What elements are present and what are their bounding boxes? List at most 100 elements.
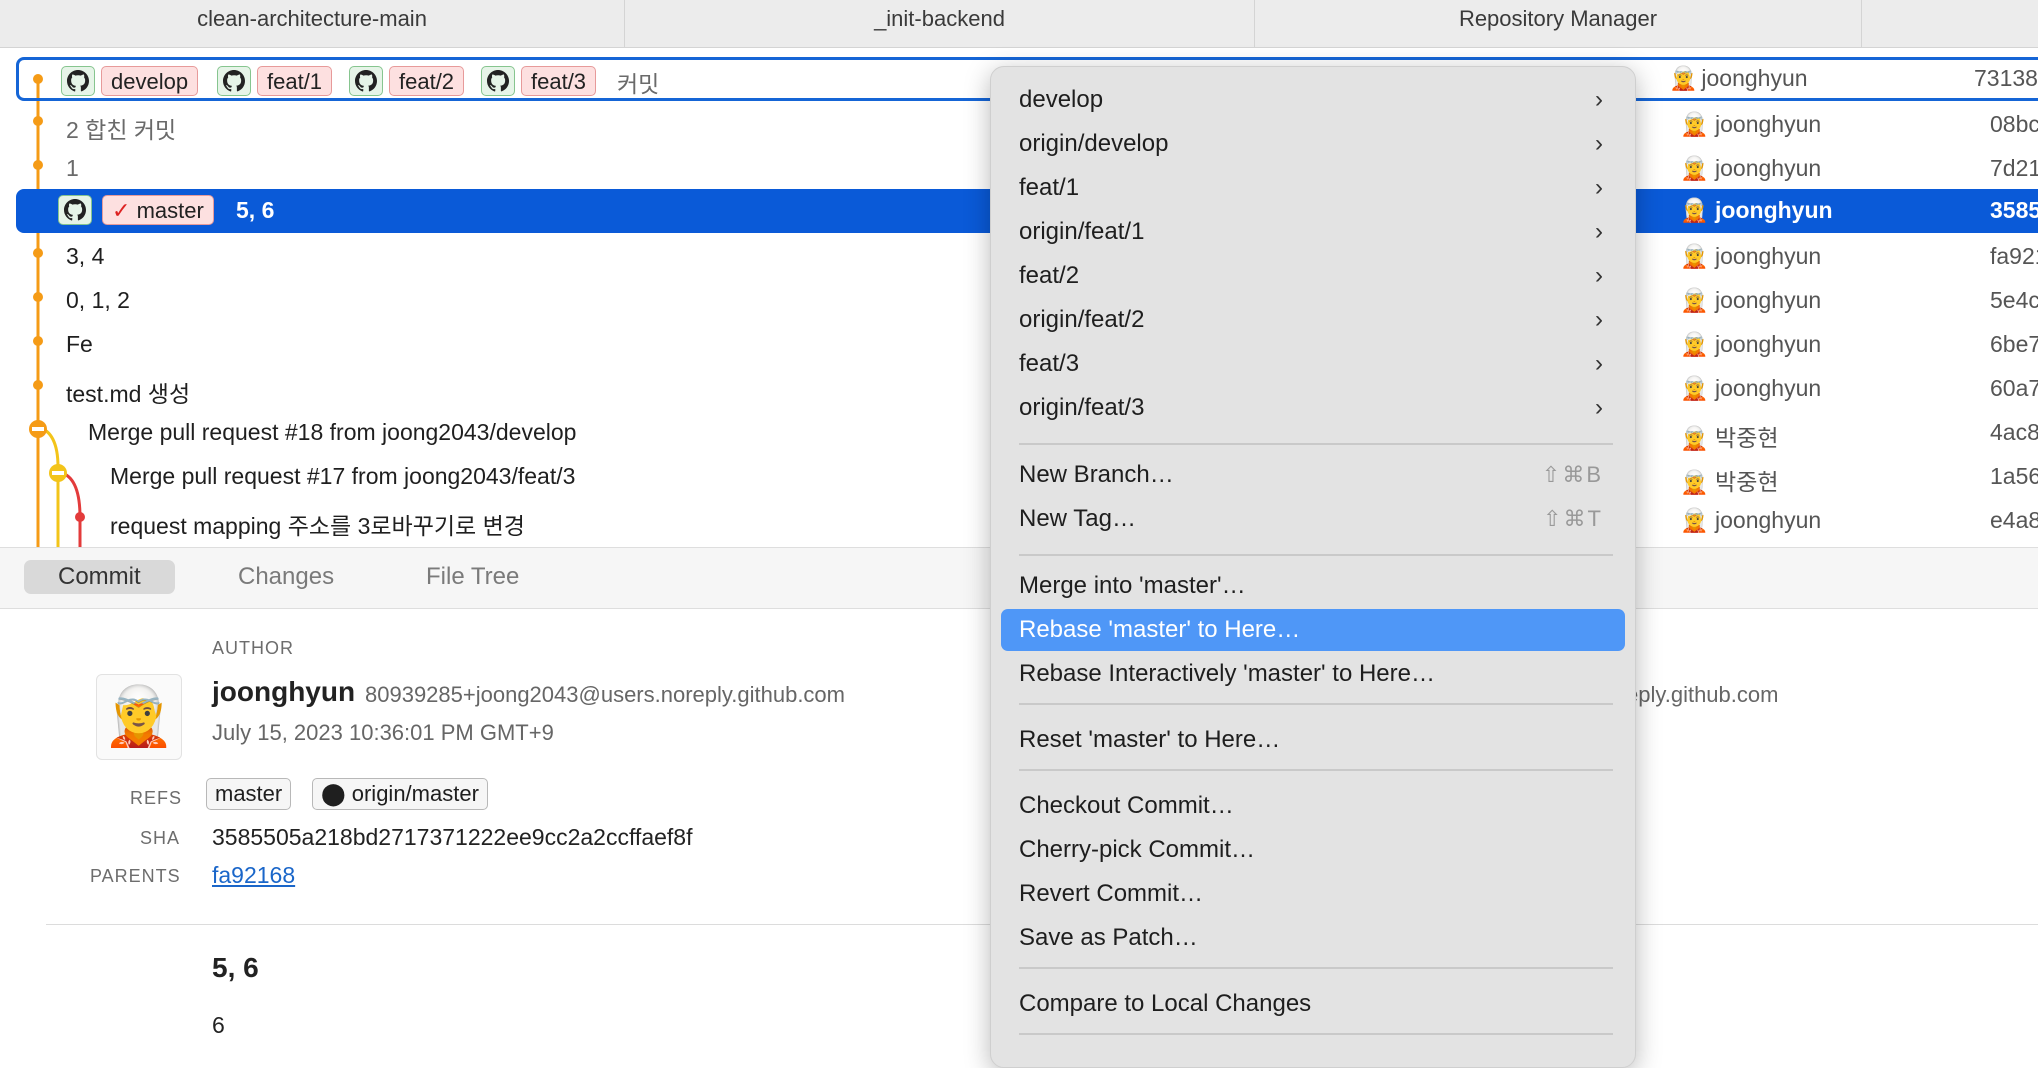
commit-sha: fa921 [1990,243,2038,269]
menu-item-rebase[interactable]: Rebase 'master' to Here… [1001,609,1625,651]
commit-author: 🧝 joonghyun [1680,375,1822,401]
avatar-icon: 🧝 [1680,243,1709,269]
menu-item-new-branch[interactable]: New Branch… ⇧⌘B [1001,454,1625,496]
shortcut-label: ⇧⌘T [1543,506,1603,531]
ref-feat-2[interactable]: feat/2 [389,66,465,96]
github-icon [481,66,515,96]
chevron-right-icon: › [1595,86,1603,113]
commit-author: 🧝 joonghyun [1680,111,1822,137]
menu-item-origin-feat-1[interactable]: origin/feat/1 › [1001,211,1625,253]
menu-item-save-patch[interactable]: Save as Patch… [1001,917,1625,959]
commit-author: 🧝 joonghyun [1680,155,1822,181]
menu-item-compare[interactable]: Compare to Local Changes [1001,983,1625,1025]
menu-item-merge[interactable]: Merge into 'master'… [1001,565,1625,607]
commit-author: 🧝 joonghyun [1680,331,1822,357]
chevron-right-icon: › [1595,350,1603,377]
ref-origin-master-pill[interactable]: ⬤ origin/master [312,778,488,810]
commit-author: 🧝 joonghyun [1680,287,1822,313]
commit-message: Fe [66,331,93,357]
commit-message: 커밋 [617,71,660,97]
menu-item-feat-3[interactable]: feat/3 › [1001,343,1625,385]
avatar: 🧝 [96,674,182,760]
commit-message: 3, 4 [66,243,105,269]
commit-author: 🧝 joonghyun [1680,507,1822,533]
tab-clean-architecture-main[interactable]: clean-architecture-main [0,0,625,47]
menu-separator [1019,443,1613,445]
menu-separator [1019,1033,1613,1035]
menu-separator [1019,703,1613,705]
commit-sha: 73138 [1974,65,2038,91]
menu-item-feat-2[interactable]: feat/2 › [1001,255,1625,297]
ref-master-pill[interactable]: master [206,778,292,810]
github-icon: ⬤ [321,781,346,806]
avatar-icon: 🧝 [1680,155,1709,181]
author-label: AUTHOR [212,638,294,658]
avatar-icon: 🧝 [1680,469,1709,495]
menu-item-rebase-interactive[interactable]: Rebase Interactively 'master' to Here… [1001,653,1625,695]
commit-sha: 7d213 [1990,155,2038,181]
menu-item-feat-1[interactable]: feat/1 › [1001,167,1625,209]
commit-sha: 5e4c4 [1990,287,2038,313]
ref-master[interactable]: ✓ master [102,195,214,225]
commit-message: 2 합친 커밋 [66,117,177,143]
chevron-right-icon: › [1595,394,1603,421]
sha-label: SHA [140,828,181,848]
menu-item-reset[interactable]: Reset 'master' to Here… [1001,719,1625,761]
avatar-icon: 🧝 [1680,287,1709,313]
tab-repository-manager[interactable]: Repository Manager [1255,0,1862,47]
menu-item-origin-feat-2[interactable]: origin/feat/2 › [1001,299,1625,341]
avatar-icon: 🧝 [1680,331,1709,357]
menu-item-develop[interactable]: develop › [1001,79,1625,121]
author-email[interactable]: 80939285+joong2043@users.noreply.github.… [365,682,845,708]
commit-author: 🧝 joonghyun [1680,197,1833,223]
chevron-right-icon: › [1595,218,1603,245]
refs-label: REFS [130,788,183,808]
commit-sha-full[interactable]: 3585505a218bd2717371222ee9cc2a2ccffaef8f [212,824,692,851]
commit-message: Merge pull request #18 from joong2043/de… [88,419,577,445]
chevron-right-icon: › [1595,174,1603,201]
commit-body: 6 [212,1012,225,1038]
ref-feat-1[interactable]: feat/1 [257,66,333,96]
menu-separator [1019,967,1613,969]
tab-init-backend[interactable]: _init-backend [625,0,1255,47]
commit-sha: 4ac8b [1990,419,2038,445]
context-menu: develop › origin/develop › feat/1 › origin/… [990,66,1636,1068]
menu-item-cherry-pick[interactable]: Cherry-pick Commit… [1001,829,1625,871]
commit-sha: 08bce [1990,111,2038,137]
commit-sha: 6be7e [1990,331,2038,357]
menu-item-revert[interactable]: Revert Commit… [1001,873,1625,915]
tab-file-tree[interactable]: File Tree [392,560,553,594]
menu-item-checkout[interactable]: Checkout Commit… [1001,785,1625,827]
commit-message: 0, 1, 2 [66,287,130,313]
commit-message: 1 [66,155,79,181]
avatar-icon: 🧝 [1680,425,1709,451]
tab-commit[interactable]: Commit [24,560,175,594]
tab-changes[interactable]: Changes [204,560,368,594]
commit-message: request mapping 주소를 3로바꾸기로 변경 [110,513,525,539]
ref-feat-3[interactable]: feat/3 [521,66,597,96]
avatar-icon: 🧝 [1680,375,1709,401]
commit-message: 5, 6 [236,197,275,223]
github-icon [217,66,251,96]
parent-link[interactable]: fa92168 [212,862,295,889]
commit-message: test.md 생성 [66,381,191,407]
menu-item-new-tag[interactable]: New Tag… ⇧⌘T [1001,498,1625,540]
github-icon [349,66,383,96]
ref-develop[interactable]: develop [101,66,199,96]
github-icon [61,66,95,96]
checkmark-icon: ✓ [112,198,131,223]
avatar-icon: 🧝 [1680,197,1709,223]
commit-author: 🧝 박중현 [1680,425,1779,451]
avatar-icon: 🧝 [1680,111,1709,137]
menu-separator [1019,554,1613,556]
menu-separator [1019,769,1613,771]
tab-bar: clean-architecture-main _init-backend Re… [0,0,2038,48]
menu-item-origin-develop[interactable]: origin/develop › [1001,123,1625,165]
chevron-right-icon: › [1595,262,1603,289]
menu-item-origin-feat-3[interactable]: origin/feat/3 › [1001,387,1625,429]
commit-sha: 60a7f [1990,375,2038,401]
chevron-right-icon: › [1595,306,1603,333]
commit-sha: 1a560 [1990,463,2038,489]
parents-label: PARENTS [90,866,181,886]
commit-sha: e4a8e [1990,507,2038,533]
